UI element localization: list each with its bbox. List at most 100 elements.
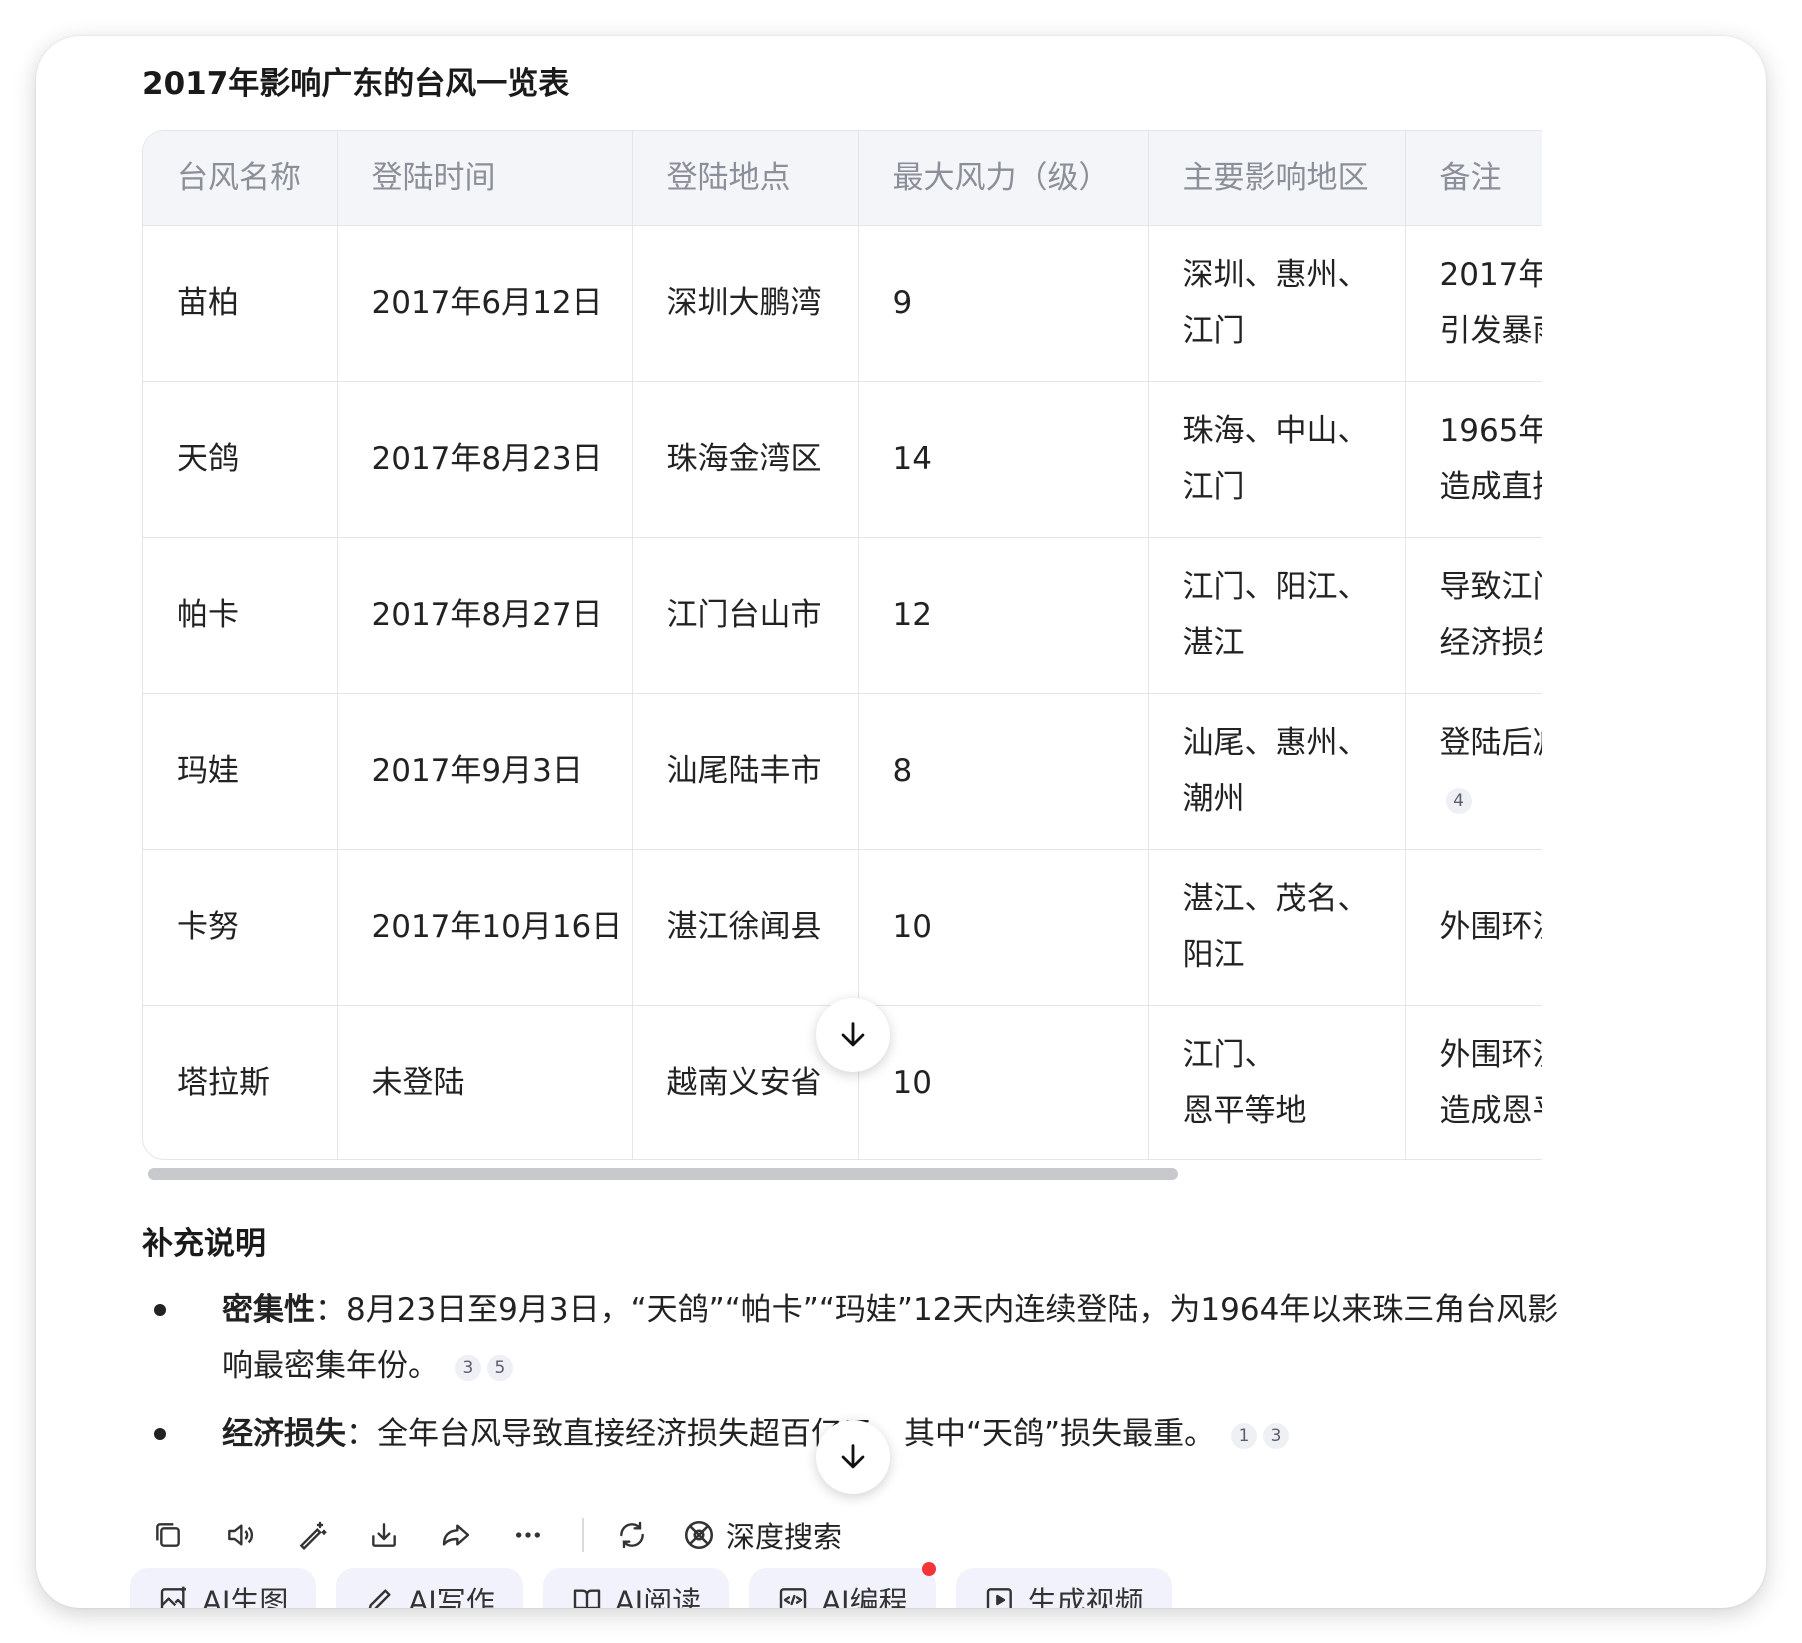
- list-item: 密集性：8月23日至9月3日，“天鸽”“帕卡”“玛娃”12天内连续登陆，为196…: [142, 1282, 1582, 1394]
- table-row: 苗柏 2017年6月12日 深圳大鹏湾 9 深圳、惠州、江门 2017年引发暴雨: [143, 225, 1543, 382]
- edit-wand-icon: [299, 1521, 327, 1551]
- chip-label: AI编程: [821, 1585, 908, 1608]
- note-line: 外围环流: [1439, 909, 1543, 945]
- video-icon: [986, 1588, 1012, 1608]
- note-line: 造成直接: [1439, 469, 1543, 505]
- region-line: 汕尾、惠州、: [1182, 725, 1369, 761]
- cell-place: 汕尾陆丰市: [632, 693, 859, 850]
- item-sep: ：: [346, 1416, 377, 1452]
- cell-wind: 10: [858, 849, 1149, 1006]
- cell-wind: 12: [858, 537, 1149, 694]
- note-line: 2017年: [1439, 257, 1543, 293]
- horizontal-scrollbar[interactable]: [148, 1168, 1178, 1180]
- header-name: 台风名称: [143, 131, 338, 226]
- note-line: 登陆后减: [1439, 725, 1543, 761]
- note-line: 导致江门: [1439, 569, 1543, 605]
- cell-time: 2017年8月23日: [337, 381, 633, 538]
- cell-wind: 8: [858, 693, 1149, 850]
- download-button[interactable]: [362, 1513, 406, 1557]
- citation-badge[interactable]: 5: [486, 1354, 513, 1381]
- note-line: 引发暴雨: [1439, 313, 1543, 349]
- header-region: 主要影响地区: [1148, 131, 1406, 226]
- cell-note: 导致江门经济损失: [1405, 537, 1543, 694]
- table-row: 玛娃 2017年9月3日 汕尾陆丰市 8 汕尾、惠州、潮州 登陆后减 4: [143, 693, 1543, 850]
- bullet-dot: [154, 1428, 166, 1440]
- note-line: 造成恩平: [1439, 1093, 1543, 1130]
- speaker-icon: [228, 1524, 253, 1546]
- cell-time: 2017年6月12日: [337, 225, 633, 382]
- cell-note: 外围环流造成恩平: [1405, 1005, 1543, 1159]
- table-row: 天鸽 2017年8月23日 珠海金湾区 14 珠海、中山、 江门 1965年 造成直…: [143, 381, 1543, 538]
- cell-region: 珠海、中山、 江门: [1148, 381, 1406, 538]
- deep-search-label: 深度搜索: [726, 1520, 843, 1554]
- cell-wind: 10: [858, 1005, 1149, 1159]
- note-line: 1965年: [1439, 413, 1543, 449]
- region-line: 湛江: [1182, 625, 1245, 661]
- chip-ai-writing[interactable]: AI写作: [336, 1568, 523, 1608]
- share-button[interactable]: [434, 1513, 478, 1557]
- header-wind: 最大风力（级）: [858, 131, 1149, 226]
- arrow-down-icon: [841, 1022, 865, 1047]
- citation-badge[interactable]: 3: [1262, 1422, 1289, 1449]
- bullet-dot: [154, 1304, 166, 1316]
- region-line: 阳江: [1182, 937, 1245, 973]
- cell-note: 1965年造成直接: [1405, 381, 1543, 538]
- cell-name: 天鸽: [143, 381, 338, 538]
- supplement-title: 补充说明: [142, 1226, 266, 1262]
- regenerate-button[interactable]: [610, 1513, 654, 1557]
- code-icon: [780, 1588, 807, 1608]
- more-button[interactable]: [506, 1513, 550, 1557]
- note-line: 外围环流: [1439, 1037, 1543, 1074]
- refresh-icon: [620, 1521, 644, 1549]
- book-icon: [573, 1589, 601, 1608]
- chat-answer-card: 2017年影响广东的台风一览表 台风名称 登陆时间 登陆地点 最大风力（级） 主…: [36, 36, 1766, 1608]
- scroll-down-button[interactable]: [816, 998, 890, 1072]
- download-icon: [372, 1523, 396, 1547]
- citation-badge[interactable]: 3: [454, 1354, 481, 1381]
- header-place: 登陆地点: [632, 131, 859, 226]
- region-line: 江门: [1182, 469, 1245, 505]
- citation-badge[interactable]: 4: [1445, 787, 1472, 814]
- answer-toolbar: 深度搜索: [146, 1506, 842, 1564]
- chip-label: 生成视频: [1027, 1585, 1144, 1608]
- cell-region: 湛江、茂名、 阳江: [1148, 849, 1406, 1006]
- cell-region: 江门、 恩平等地: [1148, 1005, 1406, 1159]
- chip-generate-video[interactable]: 生成视频: [955, 1568, 1172, 1608]
- deep-search-button[interactable]: 深度搜索: [682, 1514, 842, 1556]
- ai-tools-bar: AI生图 AI写作 AI阅读 AI编程 生成视频: [130, 1562, 1192, 1608]
- cell-place: 珠海金湾区: [632, 381, 859, 538]
- cell-name: 塔拉斯: [143, 1005, 338, 1159]
- arrow-down-icon: [841, 1444, 865, 1469]
- cell-place: 湛江徐闻县: [632, 849, 859, 1006]
- table-row: 帕卡 2017年8月27日 江门台山市 12 江门、阳江、湛江 导致江门经济损失: [143, 537, 1543, 694]
- scroll-to-bottom-button[interactable]: [816, 1420, 890, 1494]
- cell-time: 2017年8月27日: [337, 537, 633, 694]
- table-title: 2017年影响广东的台风一览表: [142, 66, 570, 102]
- cell-note: 登陆后减 4: [1405, 693, 1543, 850]
- region-line: 珠海、中山、: [1182, 413, 1369, 449]
- item-text: 全年台风导致直接经济损失超百亿元，其中“天鸽”损失最重。: [377, 1416, 1216, 1452]
- copy-button[interactable]: [146, 1513, 190, 1557]
- item-sep: ：: [315, 1292, 346, 1328]
- cell-name: 玛娃: [143, 693, 338, 850]
- chip-label: AI阅读: [614, 1585, 702, 1608]
- chip-ai-coding[interactable]: AI编程: [749, 1562, 936, 1608]
- chip-ai-reading[interactable]: AI阅读: [542, 1568, 730, 1608]
- cell-region: 深圳、惠州、 江门: [1148, 225, 1406, 382]
- citation-badge[interactable]: 1: [1230, 1422, 1257, 1449]
- cell-place: 深圳大鹏湾: [632, 225, 859, 382]
- cell-name: 帕卡: [143, 537, 338, 694]
- edit-button[interactable]: [290, 1513, 334, 1557]
- read-aloud-button[interactable]: [218, 1513, 262, 1557]
- toolbar-divider: [582, 1518, 584, 1552]
- deep-search-icon: [684, 1520, 714, 1550]
- chip-ai-image[interactable]: AI生图: [130, 1568, 317, 1608]
- cell-region: 汕尾、惠州、 潮州: [1148, 693, 1406, 850]
- region-line: 潮州: [1182, 781, 1245, 817]
- new-badge-dot: [921, 1562, 936, 1576]
- table-header-row: 台风名称 登陆时间 登陆地点 最大风力（级） 主要影响地区 备注: [143, 131, 1542, 226]
- cell-name: 卡努: [143, 849, 338, 1006]
- chip-label: AI写作: [408, 1585, 495, 1608]
- cell-note: 2017年引发暴雨: [1405, 225, 1543, 382]
- cell-wind: 9: [858, 225, 1149, 382]
